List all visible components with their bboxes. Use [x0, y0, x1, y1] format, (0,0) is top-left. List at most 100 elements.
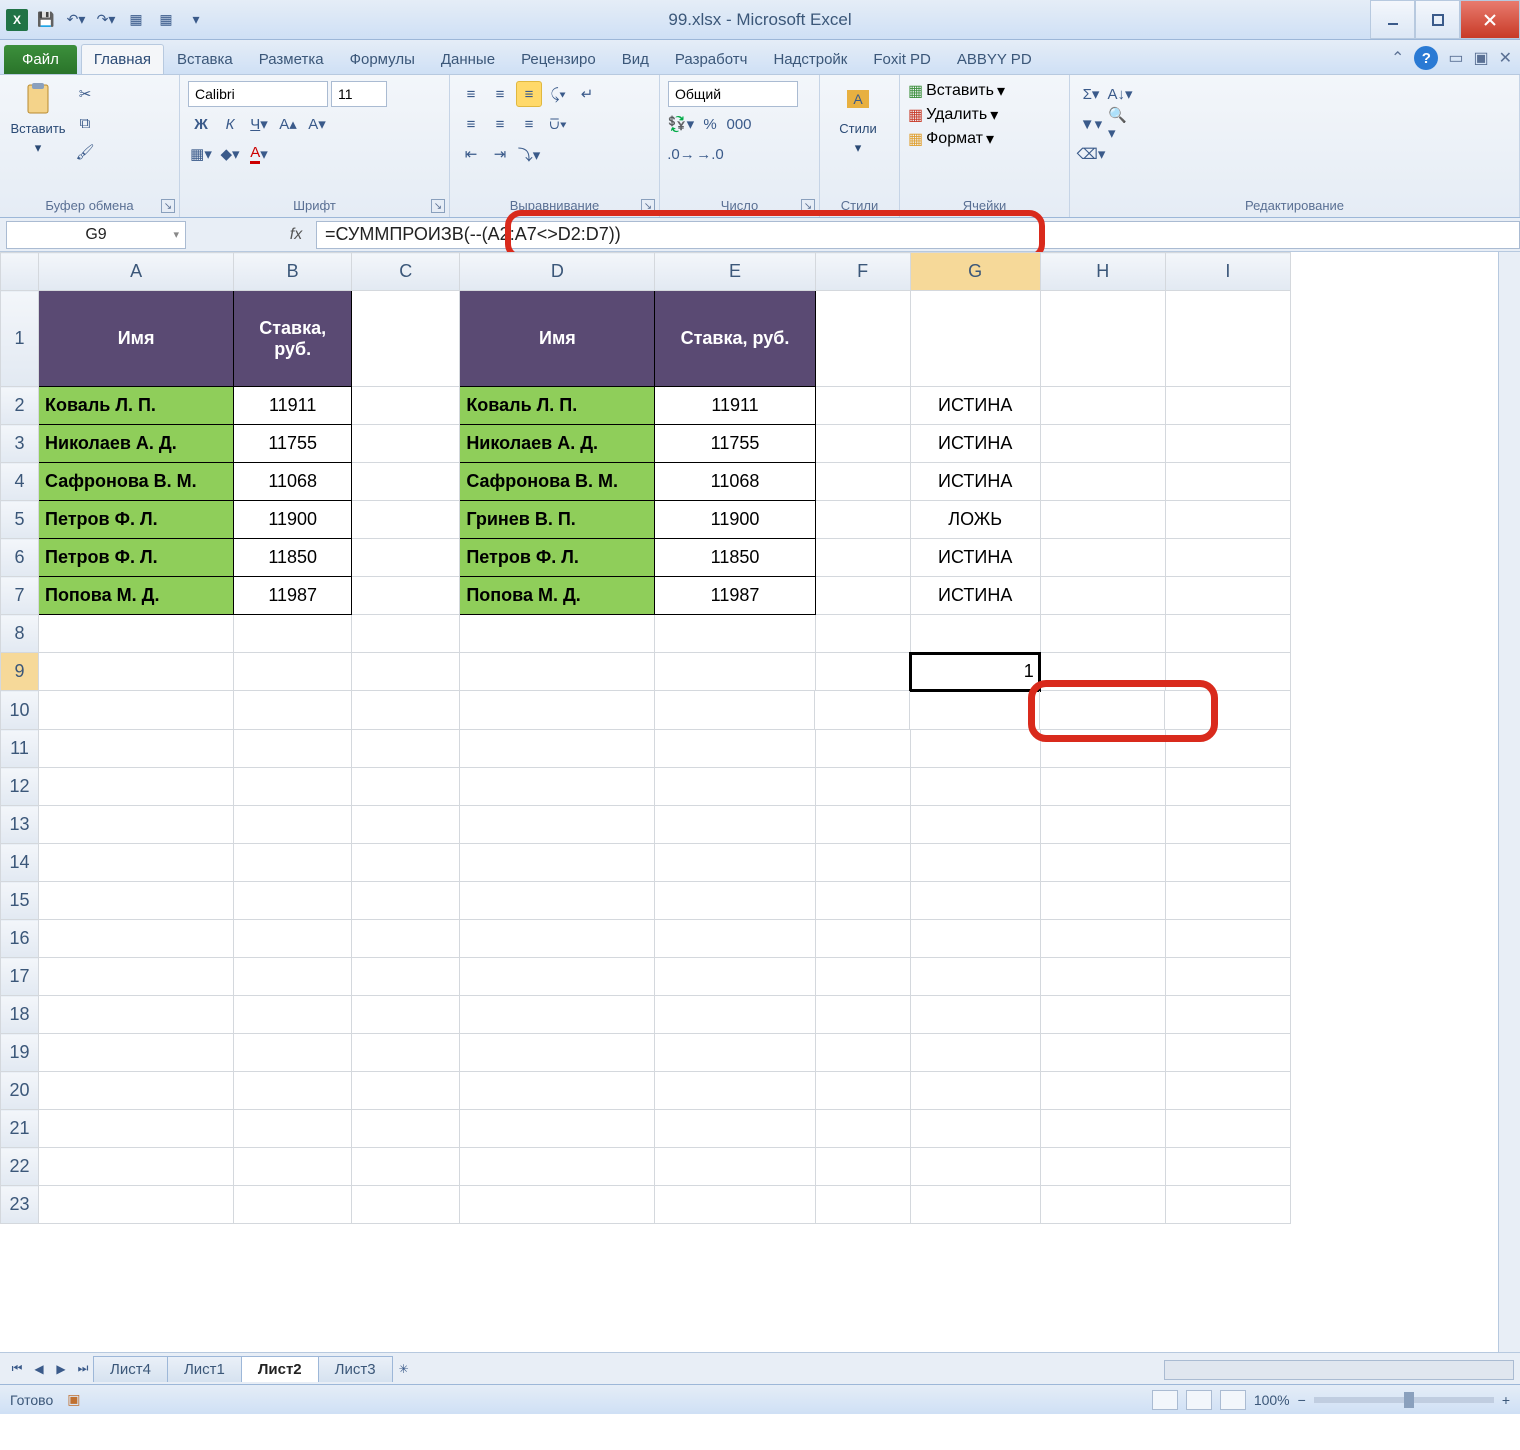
- tab-file[interactable]: Файл: [4, 45, 77, 74]
- mdi-minimize-icon[interactable]: ▭: [1448, 48, 1463, 68]
- row-header-8[interactable]: 8: [1, 615, 39, 653]
- cell-G4[interactable]: ИСТИНА: [910, 463, 1040, 501]
- col-header-D[interactable]: D: [460, 253, 655, 291]
- tab-insert[interactable]: Вставка: [164, 44, 246, 74]
- fx-icon[interactable]: fx: [276, 226, 316, 244]
- row-header-2[interactable]: 2: [1, 387, 39, 425]
- cell-I5[interactable]: [1165, 501, 1290, 539]
- row-header-20[interactable]: 20: [1, 1072, 39, 1110]
- row-header-12[interactable]: 12: [1, 768, 39, 806]
- grow-font-button[interactable]: A▴: [275, 111, 301, 137]
- align-middle-button[interactable]: ≡: [487, 81, 513, 107]
- cell-H1[interactable]: [1040, 291, 1165, 387]
- fill-color-button[interactable]: ◆▾: [217, 141, 243, 167]
- row-header-10[interactable]: 10: [1, 691, 39, 730]
- row-header-1[interactable]: 1: [1, 291, 39, 387]
- increase-indent-button[interactable]: ⇥: [487, 141, 513, 167]
- align-top-button[interactable]: ≡: [458, 81, 484, 107]
- cell-I6[interactable]: [1165, 539, 1290, 577]
- font-name-input[interactable]: [188, 81, 328, 107]
- cell-F4[interactable]: [815, 463, 910, 501]
- minimize-ribbon-icon[interactable]: ⌃: [1391, 48, 1404, 68]
- number-format-select[interactable]: [668, 81, 798, 107]
- cell-D4[interactable]: Сафронова В. М.: [460, 463, 655, 501]
- cell-C3[interactable]: [352, 425, 460, 463]
- cell-E6[interactable]: 11850: [655, 539, 815, 577]
- col-header-G[interactable]: G: [910, 253, 1040, 291]
- cell-B9[interactable]: [234, 653, 352, 691]
- borders-button[interactable]: ▦▾: [188, 141, 214, 167]
- merge-button[interactable]: ⩂▾: [545, 111, 571, 137]
- decrease-indent-button[interactable]: ⇤: [458, 141, 484, 167]
- cell-I1[interactable]: [1165, 291, 1290, 387]
- cell-E3[interactable]: 11755: [655, 425, 815, 463]
- row-header-11[interactable]: 11: [1, 730, 39, 768]
- cell-B7[interactable]: 11987: [234, 577, 352, 615]
- cell-D5[interactable]: Гринев В. П.: [460, 501, 655, 539]
- cell-D7[interactable]: Попова М. Д.: [460, 577, 655, 615]
- cell-G3[interactable]: ИСТИНА: [910, 425, 1040, 463]
- cell-E8[interactable]: [655, 615, 815, 653]
- alignment-launcher-icon[interactable]: ↘: [641, 199, 655, 213]
- format-painter-button[interactable]: 🖌: [72, 139, 98, 165]
- row-header-17[interactable]: 17: [1, 958, 39, 996]
- window-close-button[interactable]: [1460, 0, 1520, 39]
- qat-undo-button[interactable]: ↶▾: [64, 8, 88, 32]
- align-bottom-button[interactable]: ≡: [516, 81, 542, 107]
- col-header-F[interactable]: F: [815, 253, 910, 291]
- italic-button[interactable]: К: [217, 111, 243, 137]
- sheet-tab-1[interactable]: Лист1: [167, 1356, 242, 1382]
- row-header-9[interactable]: 9: [1, 653, 39, 691]
- qat-customize-icon[interactable]: ▾: [184, 8, 208, 32]
- row-header-7[interactable]: 7: [1, 577, 39, 615]
- comma-button[interactable]: 000: [726, 111, 752, 137]
- cut-button[interactable]: ✂: [72, 81, 98, 107]
- cell-D1[interactable]: Имя: [460, 291, 655, 387]
- increase-decimal-button[interactable]: .0→: [668, 141, 694, 167]
- cell-F9[interactable]: [815, 653, 910, 691]
- cell-F5[interactable]: [815, 501, 910, 539]
- cell-F2[interactable]: [815, 387, 910, 425]
- cell-F6[interactable]: [815, 539, 910, 577]
- tab-review[interactable]: Рецензиро: [508, 44, 609, 74]
- cell-H2[interactable]: [1040, 387, 1165, 425]
- mdi-restore-icon[interactable]: ▣: [1473, 48, 1488, 68]
- cell-G2[interactable]: ИСТИНА: [910, 387, 1040, 425]
- zoom-out-button[interactable]: −: [1298, 1392, 1306, 1408]
- paste-button[interactable]: Вставить▾: [8, 81, 68, 171]
- clipboard-launcher-icon[interactable]: ↘: [161, 199, 175, 213]
- cell-A4[interactable]: Сафронова В. М.: [39, 463, 234, 501]
- row-header-19[interactable]: 19: [1, 1034, 39, 1072]
- styles-button[interactable]: A Стили▾: [828, 81, 888, 171]
- row-header-4[interactable]: 4: [1, 463, 39, 501]
- cell-A8[interactable]: [39, 615, 234, 653]
- cell-B4[interactable]: 11068: [234, 463, 352, 501]
- font-launcher-icon[interactable]: ↘: [431, 199, 445, 213]
- tab-addins[interactable]: Надстройк: [760, 44, 860, 74]
- cell-I8[interactable]: [1165, 615, 1290, 653]
- cell-G5[interactable]: ЛОЖЬ: [910, 501, 1040, 539]
- col-header-E[interactable]: E: [655, 253, 815, 291]
- cell-G1[interactable]: [910, 291, 1040, 387]
- sheet-nav-first[interactable]: ⏮: [6, 1358, 28, 1380]
- row-header-15[interactable]: 15: [1, 882, 39, 920]
- qat-redo-button[interactable]: ↷▾: [94, 8, 118, 32]
- row-header-18[interactable]: 18: [1, 996, 39, 1034]
- orientation-button[interactable]: ⤹▾: [545, 81, 571, 107]
- cell-A7[interactable]: Попова М. Д.: [39, 577, 234, 615]
- cell-E4[interactable]: 11068: [655, 463, 815, 501]
- cell-D2[interactable]: Коваль Л. П.: [460, 387, 655, 425]
- cell-A5[interactable]: Петров Ф. Л.: [39, 501, 234, 539]
- cell-I3[interactable]: [1165, 425, 1290, 463]
- percent-button[interactable]: %: [697, 111, 723, 137]
- cell-H8[interactable]: [1040, 615, 1165, 653]
- tab-layout[interactable]: Разметка: [246, 44, 337, 74]
- font-size-input[interactable]: [331, 81, 387, 107]
- cell-I7[interactable]: [1165, 577, 1290, 615]
- sheet-tab-0[interactable]: Лист4: [93, 1356, 168, 1382]
- cell-D8[interactable]: [460, 615, 655, 653]
- view-pagebreak-button[interactable]: [1220, 1390, 1246, 1410]
- cell-G9[interactable]: 1: [910, 653, 1040, 691]
- cell-C7[interactable]: [352, 577, 460, 615]
- row-header-14[interactable]: 14: [1, 844, 39, 882]
